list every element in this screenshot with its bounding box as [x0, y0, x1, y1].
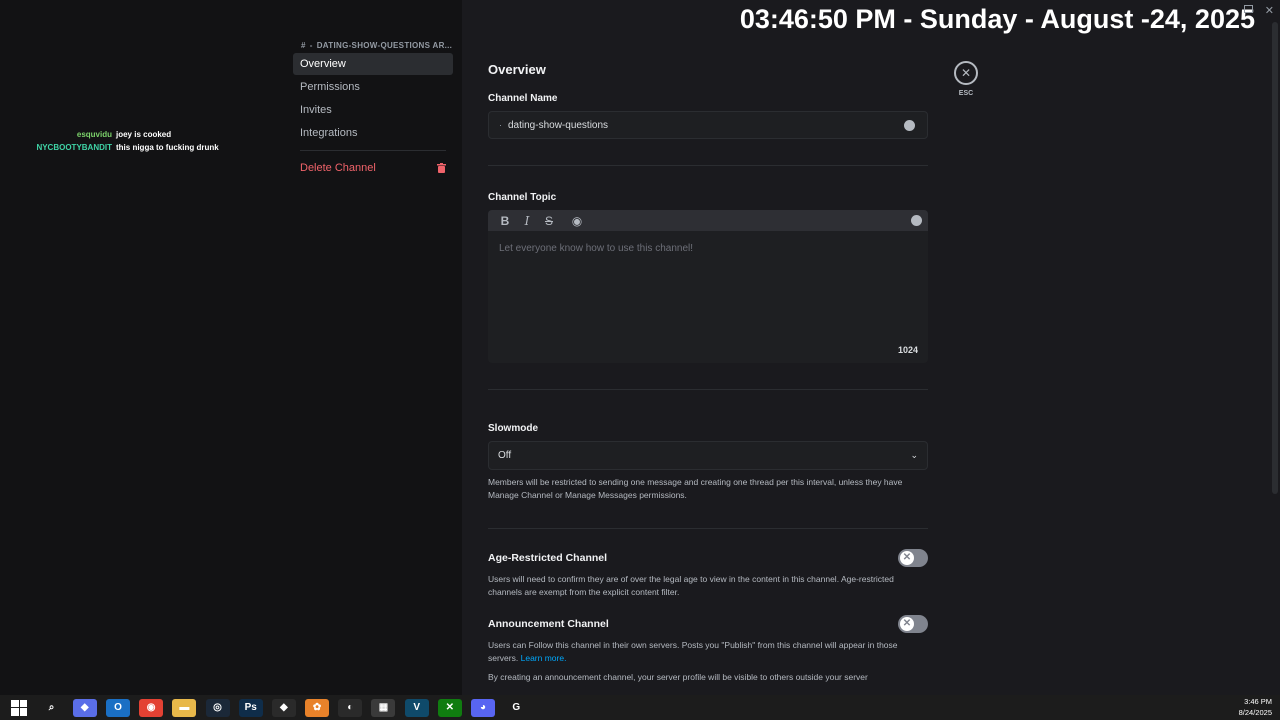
emoji-icon[interactable]	[904, 120, 915, 131]
g-app-icon[interactable]: G	[504, 698, 529, 717]
chat-username: NYCBOOTYBANDIT	[36, 143, 112, 152]
taskbar: ⌕ ◆ O ◉ ▬ ◎ Ps ◆ ✿ ◐ ▦ V ✕ ◕ G 3:46 PM 8/24/2025	[0, 695, 1280, 720]
channel-name-input[interactable]: · dating-show-questions	[488, 111, 928, 139]
chat-message: this nigga to fucking drunk	[116, 143, 219, 152]
bold-icon[interactable]: B	[494, 214, 516, 228]
emoji-icon[interactable]	[911, 215, 922, 226]
outlook-icon[interactable]: O	[105, 698, 130, 717]
v-app-icon[interactable]: V	[404, 698, 429, 717]
delete-channel-button[interactable]: Delete Channel	[293, 157, 453, 179]
announcement-note: By creating an announcement channel, you…	[488, 672, 868, 682]
left-pane: esquvidu joey is cooked NYCBOOTYBANDIT t…	[0, 0, 462, 695]
character-counter: 1024	[897, 345, 918, 355]
channel-topic-label: Channel Topic	[488, 192, 557, 203]
chat-line: esquvidu joey is cooked	[0, 128, 280, 141]
steam-icon[interactable]: ◎	[205, 698, 230, 717]
close-icon[interactable]: ✕	[954, 61, 978, 85]
age-restricted-row: Age-Restricted Channel ✕	[488, 549, 928, 567]
section-divider	[488, 165, 928, 166]
age-restricted-label: Age-Restricted Channel	[488, 552, 608, 564]
sidebar-item-permissions[interactable]: Permissions	[293, 76, 453, 98]
sidebar-header: # - DATING-SHOW-QUESTIONS AR...	[293, 38, 453, 52]
slowmode-select[interactable]: Off ⌄	[488, 441, 928, 470]
age-restricted-help: Users will need to confirm they are of o…	[488, 574, 894, 597]
razer-icon[interactable]: ◆	[271, 698, 296, 717]
settings-sidebar: # - DATING-SHOW-QUESTIONS AR... Overview…	[293, 38, 453, 179]
section-divider	[488, 528, 928, 529]
maximize-icon[interactable]	[1244, 5, 1253, 13]
esc-label: ESC	[958, 90, 974, 97]
xbox-icon[interactable]: ✕	[437, 698, 462, 717]
tray-time: 3:46 PM	[1244, 697, 1272, 706]
delete-channel-label: Delete Channel	[300, 162, 376, 174]
slowmode-value: Off	[498, 450, 512, 461]
topic-format-toolbar: B I S ◉	[488, 210, 928, 231]
announcement-help: Users can Follow this channel in their o…	[488, 639, 928, 665]
italic-icon[interactable]: I	[516, 214, 538, 228]
system-clock[interactable]: 3:46 PM 8/24/2025	[1239, 695, 1272, 718]
channel-name-label: Channel Name	[488, 93, 558, 104]
copilot-icon[interactable]: ◆	[72, 698, 97, 717]
tray-date: 8/24/2025	[1238, 708, 1272, 717]
clock-overlay: 03:46:50 PM - Sunday - August -24, 2025	[739, 4, 1255, 34]
store-icon[interactable]: ▦	[371, 698, 396, 717]
discord-icon[interactable]: ◕	[471, 698, 496, 717]
announcement-row: Announcement Channel ✕	[488, 615, 928, 633]
age-restricted-toggle[interactable]: ✕	[898, 549, 928, 567]
settings-main: 03:46:50 PM - Sunday - August -24, 2025 …	[462, 0, 1280, 695]
page-title: Overview	[488, 62, 546, 77]
obs-icon[interactable]: ◐	[338, 698, 363, 717]
chrome-icon[interactable]: ◉	[139, 698, 164, 717]
esc-close-button[interactable]: ✕ ESC	[954, 61, 978, 97]
slowmode-label: Slowmode	[488, 423, 539, 434]
sidebar-item-invites[interactable]: Invites	[293, 99, 453, 121]
announcement-label: Announcement Channel	[488, 618, 609, 630]
hashtag-icon: ·	[499, 120, 502, 130]
topic-placeholder: Let everyone know how to use this channe…	[499, 243, 694, 254]
chat-overlay: esquvidu joey is cooked NYCBOOTYBANDIT t…	[0, 128, 280, 154]
announcement-toggle[interactable]: ✕	[898, 615, 928, 633]
chat-message: joey is cooked	[116, 130, 172, 139]
sidebar-item-integrations[interactable]: Integrations	[293, 122, 453, 144]
learn-more-link[interactable]: Learn more.	[521, 653, 567, 663]
slowmode-help: Members will be restricted to sending on…	[488, 477, 903, 500]
chevron-down-icon: ⌄	[910, 450, 918, 460]
separator-dot: -	[309, 40, 313, 50]
sidebar-channel-name: DATING-SHOW-QUESTIONS AR...	[316, 40, 453, 50]
windows-start-icon[interactable]	[11, 699, 27, 716]
close-window-icon[interactable]: ✕	[1265, 4, 1274, 17]
sidebar-item-overview[interactable]: Overview	[293, 53, 453, 75]
channel-name-value: dating-show-questions	[508, 119, 609, 131]
taskbar-apps: ⌕ ◆ O ◉ ▬ ◎ Ps ◆ ✿ ◐ ▦ V ✕ ◕ G	[35, 698, 533, 717]
hashtag-icon: #	[301, 40, 306, 50]
search-icon[interactable]: ⌕	[39, 698, 64, 717]
channel-topic-textarea[interactable]: Let everyone know how to use this channe…	[488, 231, 928, 363]
spoiler-icon[interactable]: ◉	[566, 214, 588, 228]
overview-content: Overview Channel Name · dating-show-ques…	[488, 62, 928, 684]
fl-studio-icon[interactable]: ✿	[305, 698, 330, 717]
scrollbar[interactable]	[1272, 22, 1278, 494]
file-explorer-icon[interactable]: ▬	[172, 698, 197, 717]
chat-line: NYCBOOTYBANDIT this nigga to fucking dru…	[0, 141, 280, 154]
toggle-off-icon: ✕	[900, 551, 914, 565]
sidebar-divider	[300, 150, 446, 151]
strikethrough-icon[interactable]: S	[538, 214, 560, 228]
section-divider	[488, 389, 928, 390]
chat-username: esquvidu	[76, 130, 112, 139]
trash-icon	[437, 163, 446, 173]
photoshop-icon[interactable]: Ps	[238, 698, 263, 717]
toggle-off-icon: ✕	[900, 617, 914, 631]
